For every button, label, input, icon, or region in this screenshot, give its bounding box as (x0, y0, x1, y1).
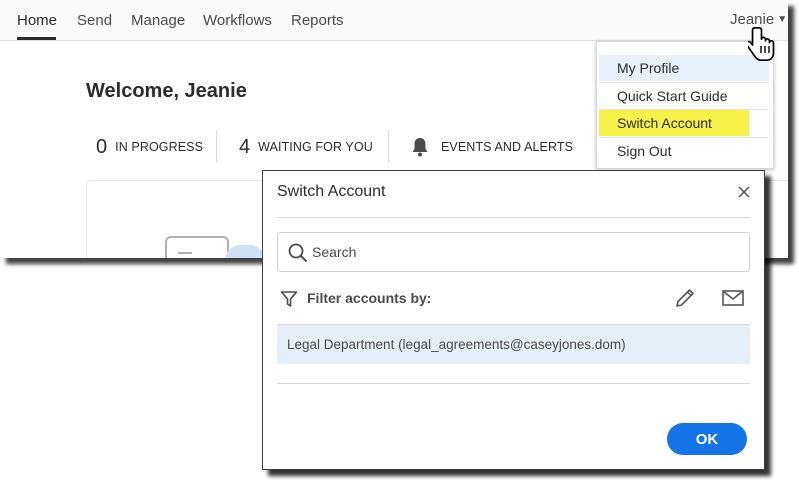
account-label: Legal Department (legal_agreements@casey… (287, 337, 626, 352)
document-line (178, 252, 192, 254)
menu-item-sign-out[interactable]: Sign Out (599, 138, 769, 164)
page-title: Welcome, Jeanie (86, 80, 247, 102)
document-illustration-icon (165, 236, 229, 258)
in-progress-label: IN PROGRESS (115, 140, 204, 154)
search-box[interactable] (277, 232, 750, 272)
waiting-label: WAITING FOR YOU (258, 140, 373, 154)
nav-workflows[interactable]: Workflows (203, 12, 272, 29)
filter-icon[interactable] (280, 290, 298, 308)
dialog-title: Switch Account (277, 183, 386, 200)
search-input[interactable] (312, 242, 732, 262)
nav-active-indicator (17, 37, 56, 40)
stat-in-progress[interactable]: 0 IN PROGRESS (96, 134, 203, 160)
menu-item-my-profile[interactable]: My Profile (599, 55, 769, 81)
stat-events[interactable]: EVENTS AND ALERTS (411, 134, 573, 160)
dialog-divider (277, 217, 750, 218)
menu-item-switch-account[interactable]: Switch Account (599, 110, 749, 136)
stat-waiting[interactable]: 4 WAITING FOR YOU (239, 134, 373, 160)
nav-reports[interactable]: Reports (291, 12, 344, 29)
menu-item-quick-start-guide[interactable]: Quick Start Guide (599, 83, 769, 109)
nav-send[interactable]: Send (77, 12, 112, 29)
divider (216, 130, 217, 162)
events-label: EVENTS AND ALERTS (441, 140, 574, 154)
nav-manage[interactable]: Manage (131, 12, 185, 29)
chevron-down-icon: ▼ (777, 14, 788, 25)
ok-button[interactable]: OK (667, 423, 747, 455)
dialog-divider (277, 383, 750, 384)
close-icon[interactable] (737, 185, 751, 199)
pencil-icon[interactable] (674, 287, 696, 309)
mail-icon[interactable] (722, 290, 744, 306)
search-icon (288, 243, 308, 263)
switch-account-dialog: Switch Account Filter accounts by: Legal… (262, 170, 765, 470)
bell-icon (412, 138, 428, 157)
hand-cursor-icon (748, 27, 775, 62)
nav-home[interactable]: Home (17, 12, 57, 29)
in-progress-count: 0 (96, 135, 108, 158)
top-navigation: Home Send Manage Workflows Reports Jeani… (0, 0, 788, 41)
account-list-item[interactable]: Legal Department (legal_agreements@casey… (277, 324, 750, 364)
waiting-count: 4 (239, 135, 251, 158)
divider (388, 130, 389, 162)
filter-label: Filter accounts by: (307, 290, 432, 306)
